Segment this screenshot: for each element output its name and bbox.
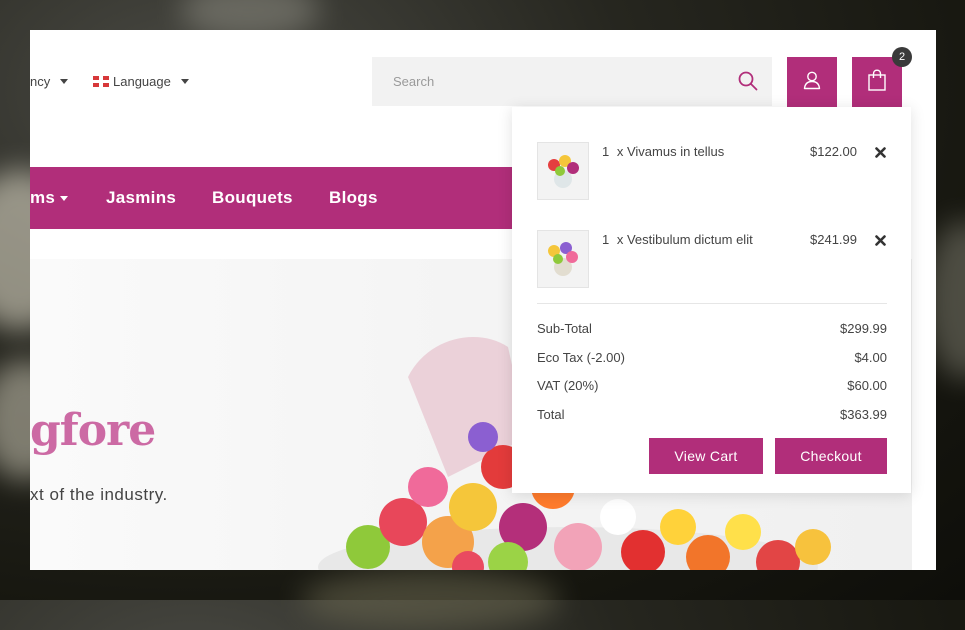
nav-item-jasmins[interactable]: Jasmins [106, 188, 176, 208]
caret-down-icon [60, 79, 69, 84]
cart-item: 1 x Vivamus in tellus $122.00 [537, 142, 887, 200]
nav-item-label: ms [30, 188, 56, 207]
caret-down-icon [180, 79, 189, 84]
cart-total-row: VAT (20%) $60.00 [537, 378, 887, 396]
cart-item-text: 1 x Vestibulum dictum elit [602, 232, 757, 247]
total-value: $299.99 [840, 321, 887, 336]
cart-divider [537, 303, 887, 304]
cart-item-price: $122.00 [810, 144, 857, 159]
hero-text: xt of the industry. [30, 485, 168, 504]
cart-total-row: Eco Tax (-2.00) $4.00 [537, 350, 887, 368]
product-thumbnail[interactable] [537, 142, 589, 200]
remove-icon[interactable] [875, 146, 887, 158]
hero-title: gfore [30, 405, 156, 456]
total-label: Sub-Total [537, 321, 592, 336]
cart-item-qty: 1 [602, 144, 610, 159]
total-value: $60.00 [847, 378, 887, 393]
cart-item-name[interactable]: x Vivamus in tellus [617, 144, 724, 159]
currency-selector[interactable]: ncy [30, 74, 69, 89]
language-selector[interactable]: Language [93, 74, 189, 89]
account-button[interactable] [787, 57, 837, 107]
search-input[interactable] [391, 73, 715, 90]
search-icon[interactable] [738, 71, 758, 96]
search-bar [372, 57, 772, 106]
currency-label: ncy [30, 74, 51, 89]
total-label: Total [537, 407, 565, 422]
total-value: $4.00 [854, 350, 887, 365]
cart-item-name[interactable]: x Vestibulum dictum elit [617, 232, 753, 247]
page-frame: ncy Language 2 [30, 30, 936, 570]
nav-item-bouquets[interactable]: Bouquets [212, 188, 293, 208]
cart-item-price: $241.99 [810, 232, 857, 247]
main-nav: ms Jasmins Bouquets Blogs [30, 167, 512, 229]
checkout-button[interactable]: Checkout [775, 438, 887, 474]
total-label: Eco Tax (-2.00) [537, 350, 625, 365]
view-cart-button[interactable]: View Cart [649, 438, 763, 474]
cart-item-text: 1 x Vivamus in tellus [602, 144, 728, 159]
language-label: Language [113, 74, 171, 89]
cart-count-badge: 2 [892, 47, 912, 67]
remove-icon[interactable] [875, 234, 887, 246]
nav-item-blogs[interactable]: Blogs [329, 188, 378, 208]
cart-item: 1 x Vestibulum dictum elit $241.99 [537, 230, 887, 288]
backdrop-blob [300, 570, 560, 630]
cart-item-qty: 1 [602, 232, 610, 247]
total-value: $363.99 [840, 407, 887, 422]
user-icon [802, 70, 822, 95]
cart-total-row: Total $363.99 [537, 407, 887, 425]
shopping-bag-icon [867, 68, 887, 96]
total-label: VAT (20%) [537, 378, 599, 393]
nav-item-partial[interactable]: ms [30, 188, 69, 208]
cart-dropdown: 1 x Vivamus in tellus $122.00 1 x Vestib… [512, 107, 911, 493]
caret-down-icon [60, 196, 69, 202]
cart-total-row: Sub-Total $299.99 [537, 321, 887, 339]
flag-uk-icon [93, 76, 109, 87]
product-thumbnail[interactable] [537, 230, 589, 288]
